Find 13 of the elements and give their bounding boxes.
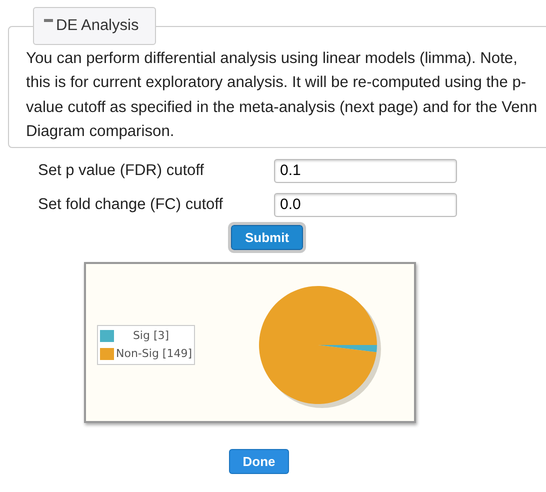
collapse-toggle[interactable]: DE Analysis [33,7,156,45]
field-label: Set p value (FDR) cutoff [37,162,205,180]
legend-label: Non-Sig [149] [116,347,192,360]
collapse-icon [44,19,53,22]
legend-swatch [100,330,114,342]
legend-label: Sig [3] [132,329,170,342]
done-button[interactable]: Done [228,448,290,474]
input-field[interactable]: 0.0 [274,192,457,217]
legend-swatch [100,348,114,360]
input-field[interactable]: 0.1 [274,158,457,183]
field-label: Set fold change (FC) cutoff [37,196,224,214]
submit-button[interactable]: Submit [230,224,304,250]
description-text: You can perform differential analysis using linear models (limma). Note, this is for current exploratory analysis. It will be re-computed using the p-value cutoff as specified in the meta-analysis (next page) and for the Venn Diagram comparison. [26,49,538,142]
